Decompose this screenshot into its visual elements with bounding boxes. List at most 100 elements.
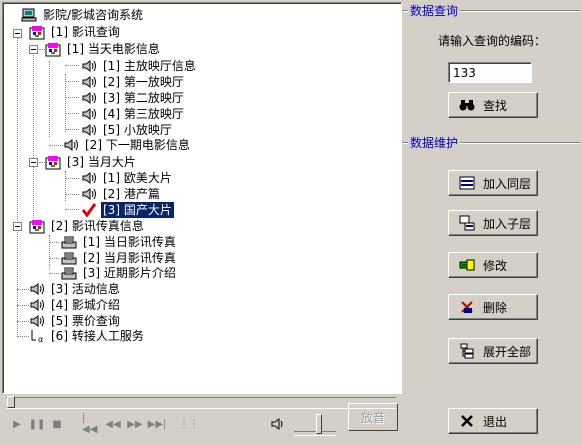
tree-line xyxy=(17,321,29,322)
binoculars-icon xyxy=(459,100,475,111)
tree-line xyxy=(49,145,63,146)
tree-line xyxy=(65,74,66,132)
tree-node-label: [3] 当月大片 xyxy=(67,155,136,169)
exit-label: 退出 xyxy=(483,414,508,429)
tree-line xyxy=(33,45,34,218)
tree-node-label: [5] 小放映厅 xyxy=(103,123,172,137)
tree-line xyxy=(49,235,50,269)
tree-line xyxy=(65,171,66,201)
tree-line xyxy=(65,178,79,179)
tree-node-label: [2] 港产篇 xyxy=(103,187,160,201)
menu-tree[interactable]: 影院/影城咨询系统 [1] 影讯查询 [1] 当天电影信息 [1] 主放映厅信息… xyxy=(2,2,402,394)
film-folder-icon xyxy=(45,156,61,170)
seek-thumb[interactable] xyxy=(7,396,15,408)
tree-node-label: [5] 票价查询 xyxy=(51,314,120,328)
stop-icon[interactable]: ■ xyxy=(48,416,66,432)
tree-line xyxy=(65,194,79,195)
seek-bar[interactable] xyxy=(6,397,396,409)
play-icon[interactable]: ▶ xyxy=(8,416,26,432)
speaker-icon xyxy=(64,139,78,151)
transfer-icon: α xyxy=(31,330,43,344)
tree-node-label: [6] 转接人工服务 xyxy=(51,329,144,343)
volume-icon[interactable] xyxy=(270,416,286,432)
tree-node-label: [3] 国产大片 xyxy=(101,202,174,218)
find-button[interactable]: 查找 xyxy=(448,92,538,118)
tree-node-label: [1] 当天电影信息 xyxy=(67,42,160,56)
tree-node-label: [3] 第二放映厅 xyxy=(103,91,184,105)
tree-node-label: [4] 影城介绍 xyxy=(51,298,120,312)
forward-icon[interactable]: ▶▶ xyxy=(126,416,144,432)
playlist-icon[interactable]: ⋮⋮ xyxy=(179,416,199,432)
add-child-button[interactable]: 加入子层 xyxy=(448,210,538,236)
edit-button[interactable]: 修改 xyxy=(448,252,538,278)
tree-line xyxy=(65,113,79,114)
edit-label: 修改 xyxy=(483,258,508,273)
query-group-title: 数据查询 xyxy=(408,2,461,19)
film-folder-icon xyxy=(29,220,45,234)
tree-line xyxy=(17,336,29,337)
rewind-icon[interactable]: ◀◀ xyxy=(104,416,122,432)
query-group: 数据查询 请输入查询的编码： 查找 xyxy=(402,2,580,130)
add-child-icon xyxy=(459,215,475,231)
fax-icon xyxy=(61,252,77,265)
tree-line xyxy=(65,97,79,98)
tree-node-label: [2] 第一放映厅 xyxy=(103,75,184,89)
tree-node-label: [3] 近期影片介绍 xyxy=(83,266,176,280)
pause-icon[interactable]: ❚❚ xyxy=(28,416,46,432)
skip-back-icon[interactable]: |◀◀ xyxy=(82,413,100,435)
tree-node-label: [3] 活动信息 xyxy=(51,282,120,296)
speaker-icon xyxy=(30,283,44,295)
speaker-icon xyxy=(82,76,96,88)
speaker-icon xyxy=(82,188,96,200)
close-icon xyxy=(461,415,473,427)
add-child-label: 加入子层 xyxy=(483,216,532,231)
tree-line xyxy=(17,289,29,290)
tree-line xyxy=(65,65,79,66)
volume-track[interactable] xyxy=(294,431,336,436)
speaker-icon xyxy=(82,60,96,72)
tree-node-label: [1] 主放映厅信息 xyxy=(103,59,196,73)
find-label: 查找 xyxy=(483,98,508,113)
collapse-toggle[interactable] xyxy=(29,158,38,167)
fax-icon xyxy=(61,267,77,280)
skip-forward-icon[interactable]: ▶▶| xyxy=(148,416,167,432)
speaker-icon xyxy=(82,124,96,136)
expand-all-label: 展开全部 xyxy=(483,344,532,359)
speaker-icon xyxy=(30,299,44,311)
add-sibling-button[interactable]: 加入同层 xyxy=(448,170,538,196)
collapse-toggle[interactable] xyxy=(13,222,22,231)
speaker-icon xyxy=(82,92,96,104)
checkmark-icon xyxy=(81,203,97,218)
play-sound-button[interactable]: 放音 xyxy=(348,403,398,431)
delete-icon xyxy=(461,301,473,313)
tree-line xyxy=(49,242,59,243)
tree-node-label: [4] 第三放映厅 xyxy=(103,107,184,121)
tree-node-label: [1] 影讯查询 xyxy=(51,25,120,39)
tree-line xyxy=(65,209,79,210)
expand-all-button[interactable]: 展开全部 xyxy=(448,338,538,364)
exit-button[interactable]: 退出 xyxy=(448,408,538,434)
media-player: ▶ ❚❚ ■ |◀◀ ◀◀ ▶▶ ▶▶| ⋮⋮ 放音 xyxy=(2,394,400,443)
tree-line xyxy=(65,81,79,82)
svg-text:α: α xyxy=(38,335,43,344)
speaker-icon xyxy=(82,172,96,184)
volume-slider[interactable] xyxy=(316,414,322,434)
code-prompt: 请输入查询的编码： xyxy=(438,34,547,48)
tree-node-label: [1] 当日影讯传真 xyxy=(83,235,176,249)
code-input[interactable] xyxy=(448,62,532,83)
tree-node-label: [1] 欧美大片 xyxy=(103,171,172,185)
tree-node-label: [2] 影讯传真信息 xyxy=(51,219,144,233)
tree-line xyxy=(17,305,29,306)
maintenance-group: 数据维护 加入同层 加入子层 修改 删除 展开全部 xyxy=(402,134,580,394)
fax-icon xyxy=(61,236,77,249)
tree-line xyxy=(49,273,59,274)
film-folder-icon xyxy=(29,26,45,40)
tree-node-label: 影院/影城咨询系统 xyxy=(43,8,144,22)
tree-line xyxy=(49,61,50,137)
collapse-toggle[interactable] xyxy=(13,29,22,38)
maintenance-group-title: 数据维护 xyxy=(408,134,461,151)
expand-all-icon xyxy=(460,343,474,359)
collapse-toggle[interactable] xyxy=(29,45,38,54)
delete-button[interactable]: 删除 xyxy=(448,294,538,320)
speaker-icon xyxy=(30,315,44,327)
